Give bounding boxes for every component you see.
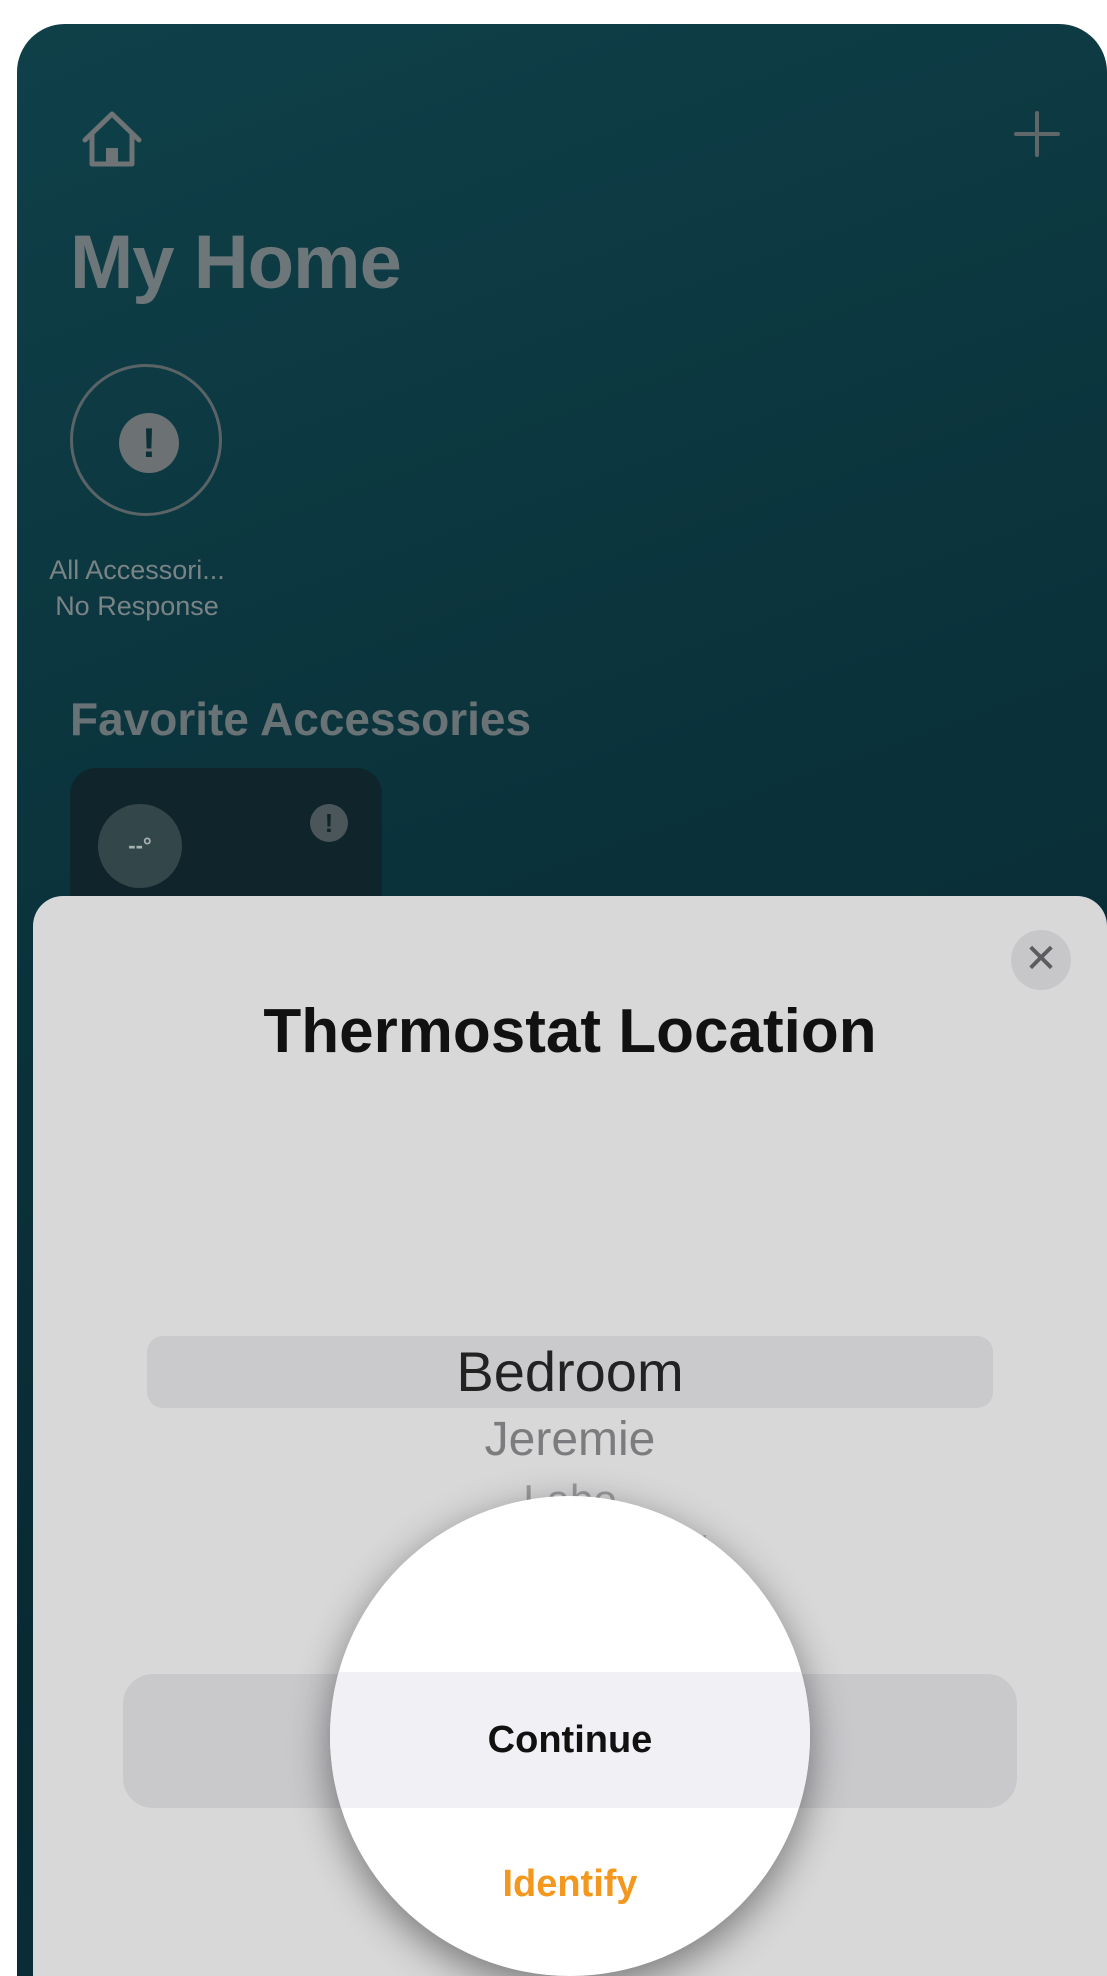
home-icon[interactable] xyxy=(77,104,147,174)
sheet-title: Thermostat Location xyxy=(263,997,877,1066)
identify-button[interactable]: Identify xyxy=(330,1834,810,1934)
section-title: Favorite Accessories xyxy=(70,693,532,745)
continue-button[interactable]: Continue xyxy=(330,1672,810,1808)
picker-option-selected[interactable]: Bedroom xyxy=(33,1336,1107,1408)
status-label-line2: No Response xyxy=(55,591,219,621)
magnifier-callout: Continue Identify xyxy=(330,1496,810,1976)
plus-icon[interactable] xyxy=(1012,109,1062,159)
alert-icon: ! xyxy=(119,413,179,473)
alert-icon: ! xyxy=(310,804,348,842)
thermostat-temperature: --° xyxy=(98,804,182,888)
status-label: All Accessori... No Response xyxy=(47,552,227,624)
close-icon[interactable]: ✕ xyxy=(1011,930,1071,990)
page-title: My Home xyxy=(70,220,402,305)
status-label-line1: All Accessori... xyxy=(49,555,225,585)
picker-option[interactable]: Jeremie xyxy=(33,1410,1107,1470)
status-button[interactable]: ! xyxy=(70,364,222,516)
